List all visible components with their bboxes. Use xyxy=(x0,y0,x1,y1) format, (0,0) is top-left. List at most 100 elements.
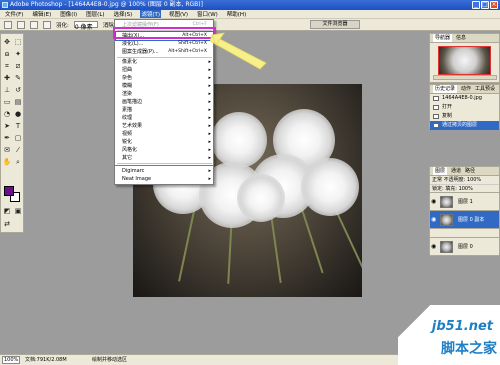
eraser-tool-icon[interactable]: ▭ xyxy=(2,97,12,107)
menu-file[interactable]: 文件(F) xyxy=(4,10,24,18)
menu-item-other[interactable]: 其它 ▸ xyxy=(116,154,213,162)
foreground-color-swatch[interactable] xyxy=(4,186,14,196)
marquee-tool-icon[interactable] xyxy=(4,20,12,29)
menu-item-texture[interactable]: 纹理 ▸ xyxy=(116,114,213,122)
layer-thumbnail xyxy=(440,214,453,226)
layer-row-selected[interactable]: ◉ 图层 0 副本 xyxy=(430,211,499,229)
zoom-tool-icon[interactable]: ⌕ xyxy=(13,157,23,167)
menu-item-digimarc[interactable]: Digimarc ▸ xyxy=(116,167,213,175)
stamp-tool-icon[interactable]: ⊥ xyxy=(2,85,12,95)
pointer-arrow-annotation xyxy=(210,32,267,70)
menu-select[interactable]: 选择(S) xyxy=(113,10,134,18)
menu-item-blur[interactable]: 模糊 ▸ xyxy=(116,82,213,90)
quick-mask-icon[interactable]: ◩ xyxy=(2,206,12,216)
menu-item-distort[interactable]: 扭曲 ▸ xyxy=(116,66,213,74)
zoom-field[interactable]: 100% xyxy=(2,356,20,364)
tab-actions[interactable]: 动作 xyxy=(461,85,471,93)
move-tool-icon[interactable]: ✥ xyxy=(2,37,12,47)
layer-row[interactable]: ◉ 图层 1 xyxy=(430,193,499,211)
menu-view[interactable]: 视图(V) xyxy=(168,10,189,18)
menu-item-artistic[interactable]: 艺术效果 ▸ xyxy=(116,122,213,130)
menu-filter[interactable]: 滤镜(T) xyxy=(140,10,161,18)
maximize-icon[interactable]: □ xyxy=(481,1,489,9)
history-item-selected[interactable]: 通过拷贝的图层 xyxy=(430,121,499,130)
menu-edit[interactable]: 编辑(E) xyxy=(31,10,52,18)
fill-input[interactable]: 100% xyxy=(459,186,473,192)
tab-navigator[interactable]: 导航器 xyxy=(433,34,453,42)
feather-input[interactable]: 0 像素 xyxy=(73,21,98,31)
layer-lock-row: 锁定: 填充: 100% xyxy=(430,185,499,193)
type-tool-icon[interactable]: T xyxy=(13,121,23,131)
menu-item-brush-strokes[interactable]: 画笔描边 ▸ xyxy=(116,98,213,106)
eye-icon[interactable]: ◉ xyxy=(431,216,438,223)
history-panel: 历史记录 动作 工具预设 1464A4E8-0.jpg 打开 复制 通过拷贝的图… xyxy=(429,84,500,130)
subtract-selection-icon[interactable] xyxy=(43,20,51,29)
gradient-tool-icon[interactable]: ▤ xyxy=(13,97,23,107)
toolbox: ✥ ⬚ ɷ ✦ ⌗ ⧄ ✚ ✎ ⊥ ↺ ▭ ▤ ◔ ● ➤ T ✒ ▢ ✉ ⁄ … xyxy=(0,33,24,233)
lasso-tool-icon[interactable]: ɷ xyxy=(2,49,12,59)
history-item[interactable]: 打开 xyxy=(430,103,499,112)
menu-window[interactable]: 窗口(W) xyxy=(196,10,219,18)
tab-info[interactable]: 信息 xyxy=(456,34,466,42)
jump-to-imageready-icon[interactable]: ⇄ xyxy=(2,219,12,229)
navigator-zoom-slider[interactable] xyxy=(433,75,497,80)
history-item[interactable]: 1464A4E8-0.jpg xyxy=(430,94,499,103)
menu-item-pattern-maker[interactable]: 图案生成器(P)... Alt+Shift+Ctrl+X xyxy=(116,48,213,56)
eyedropper-icon[interactable]: ⁄ xyxy=(13,145,23,155)
hand-tool-icon[interactable]: ✋ xyxy=(2,157,12,167)
menu-item-stylize[interactable]: 风格化 ▸ xyxy=(116,146,213,154)
blur-tool-icon[interactable]: ◔ xyxy=(2,109,12,119)
minimize-icon[interactable]: _ xyxy=(472,1,480,9)
file-browser-tab[interactable]: 文件浏览器 xyxy=(310,20,360,29)
history-item[interactable]: 复制 xyxy=(430,112,499,121)
site-watermark: jb51.net 脚本之家 xyxy=(398,305,500,365)
window-controls: _ □ × xyxy=(472,1,498,9)
slice-tool-icon[interactable]: ⧄ xyxy=(13,61,23,71)
tab-history[interactable]: 历史记录 xyxy=(433,85,458,93)
tab-channels[interactable]: 通道 xyxy=(451,167,461,175)
add-selection-icon[interactable] xyxy=(30,20,38,29)
brush-tool-icon[interactable]: ✎ xyxy=(13,73,23,83)
path-select-icon[interactable]: ➤ xyxy=(2,121,12,131)
window-title: Adobe Photoshop - [1464A4E8-0.jpg @ 100%… xyxy=(10,1,203,8)
menu-item-video[interactable]: 视频 ▸ xyxy=(116,130,213,138)
menu-layer[interactable]: 图层(L) xyxy=(85,10,105,18)
layer-row[interactable]: ◉ 图层 0 xyxy=(430,238,499,256)
status-hint: 绘制并移动选区 xyxy=(92,357,128,363)
eye-icon[interactable]: ◉ xyxy=(431,198,438,205)
new-selection-icon[interactable] xyxy=(17,20,25,29)
dodge-tool-icon[interactable]: ● xyxy=(13,109,23,119)
menu-help[interactable]: 帮助(H) xyxy=(226,10,247,18)
menu-item-neat-image[interactable]: Neat Image ▸ xyxy=(116,175,213,183)
close-icon[interactable]: × xyxy=(490,1,498,9)
tab-paths[interactable]: 路径 xyxy=(465,167,475,175)
navigator-thumbnail[interactable] xyxy=(438,46,491,75)
menu-item-render[interactable]: 渲染 ▸ xyxy=(116,90,213,98)
menu-item-liquify[interactable]: 液化(L)... Shift+Ctrl+X xyxy=(116,40,213,48)
crop-tool-icon[interactable]: ⌗ xyxy=(2,61,12,71)
snapshot-icon xyxy=(433,96,439,101)
history-brush-icon[interactable]: ↺ xyxy=(13,85,23,95)
magic-wand-icon[interactable]: ✦ xyxy=(13,49,23,59)
tab-tool-presets[interactable]: 工具预设 xyxy=(475,85,495,93)
pen-tool-icon[interactable]: ✒ xyxy=(2,133,12,143)
history-step-icon xyxy=(433,114,439,119)
screen-mode-icon[interactable]: ▣ xyxy=(13,206,23,216)
menu-image[interactable]: 图像(I) xyxy=(59,10,78,18)
menu-item-sketch[interactable]: 素描 ▸ xyxy=(116,106,213,114)
notes-tool-icon[interactable]: ✉ xyxy=(2,145,12,155)
shape-tool-icon[interactable]: ▢ xyxy=(13,133,23,143)
layers-panel: 图层 通道 路径 正常 不透明度: 100% 锁定: 填充: 100% ◉ 图层… xyxy=(429,166,500,238)
filter-menu: 上次滤镜操作(F) Ctrl+F 抽出(X)... Alt+Ctrl+X 液化(L)… xyxy=(114,19,214,166)
blend-mode-select[interactable]: 正常 xyxy=(432,177,442,183)
menu-item-noise[interactable]: 杂色 ▸ xyxy=(116,74,213,82)
tab-layers[interactable]: 图层 xyxy=(433,167,448,175)
healing-brush-icon[interactable]: ✚ xyxy=(2,73,12,83)
menu-item-pixelate[interactable]: 像素化 ▸ xyxy=(116,58,213,66)
eye-icon[interactable]: ◉ xyxy=(431,243,438,250)
menu-item-sharpen[interactable]: 锐化 ▸ xyxy=(116,138,213,146)
opacity-input[interactable]: 100% xyxy=(467,177,481,183)
feather-label: 羽化: xyxy=(56,22,69,29)
document-size[interactable]: 文档:791K/2.08M xyxy=(25,355,67,365)
marquee-tool-icon[interactable]: ⬚ xyxy=(13,37,23,47)
